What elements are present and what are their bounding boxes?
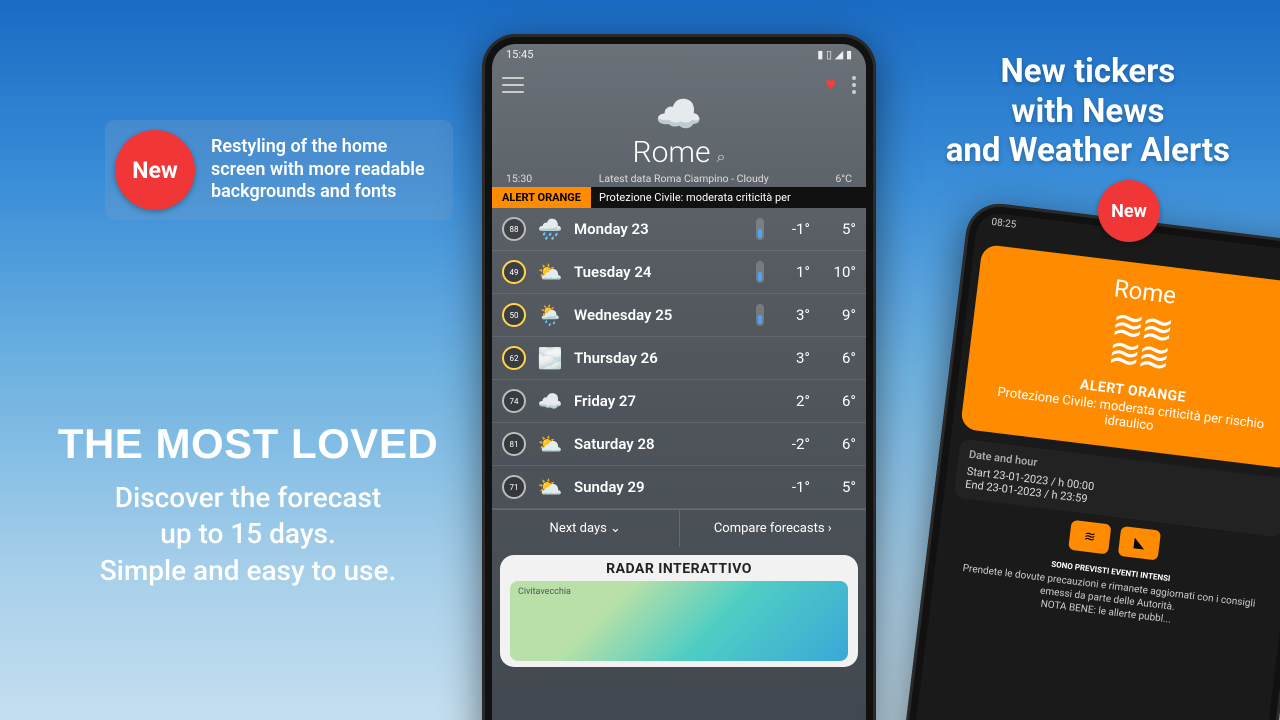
reliability-ring: 50: [502, 303, 526, 327]
temp-high: 10°: [820, 263, 856, 281]
temp-low: 3°: [774, 306, 810, 324]
new-badge: New: [115, 130, 195, 210]
reliability-ring: 49: [502, 260, 526, 284]
alert-tag: ALERT ORANGE: [492, 187, 591, 208]
day-label: Saturday 28: [574, 435, 746, 453]
day-label: Friday 27: [574, 392, 746, 410]
radar-card[interactable]: RADAR INTERATTIVO Civitavecchia: [500, 555, 858, 667]
day-label: Thursday 26: [574, 349, 746, 367]
status-time: 15:45: [506, 48, 533, 70]
reliability-ring: 71: [502, 475, 526, 499]
phone-mockup-alert: 08:25 ▮ ◢ ▮ ✕ Rome ≋≋≋≋ ALERT ORANGE Pro…: [882, 200, 1280, 720]
temp-low: 3°: [774, 349, 810, 367]
weather-icon: ☁️: [536, 389, 564, 413]
weather-icon-hero: ☁️: [492, 93, 866, 137]
thermometer-icon: [756, 304, 764, 326]
radar-title: RADAR INTERATTIVO: [510, 561, 848, 577]
weather-icon: 🌫️: [536, 346, 564, 370]
temp-low: -1°: [774, 478, 810, 496]
search-icon[interactable]: ⌕: [717, 147, 726, 166]
forecast-row[interactable]: 81 ⛅ Saturday 28 -2° 6°: [492, 423, 866, 466]
weather-icon: ⛅: [536, 260, 564, 284]
forecast-row[interactable]: 74 ☁️ Friday 27 2° 6°: [492, 380, 866, 423]
reliability-ring: 62: [502, 346, 526, 370]
temp-high: 5°: [820, 220, 856, 238]
forecast-row[interactable]: 71 ⛅ Sunday 29 -1° 5°: [492, 466, 866, 509]
new-badge-right: New: [1098, 180, 1160, 242]
reliability-ring: 88: [502, 217, 526, 241]
day-label: Tuesday 24: [574, 263, 746, 281]
bottom-actions: Next days ⌄ Compare forecasts ›: [492, 509, 866, 547]
marketing-headline: THE MOST LOVED: [28, 420, 468, 468]
status-bar: 15:45 ▮ ▯ ◢ ▮: [492, 44, 866, 70]
phone-screen-alert: 08:25 ▮ ◢ ▮ ✕ Rome ≋≋≋≋ ALERT ORANGE Pro…: [893, 211, 1280, 720]
day-label: Monday 23: [574, 220, 746, 238]
temp-high: 6°: [820, 435, 856, 453]
temp-low: -2°: [774, 435, 810, 453]
right-headline: New tickers with News and Weather Alerts: [946, 52, 1230, 171]
menu-icon[interactable]: [502, 77, 524, 93]
forecast-row[interactable]: 49 ⛅ Tuesday 24 1° 10°: [492, 251, 866, 294]
temp-low: 2°: [774, 392, 810, 410]
weather-icon: ⛅: [536, 475, 564, 499]
radar-map[interactable]: Civitavecchia: [510, 581, 848, 661]
day-label: Sunday 29: [574, 478, 746, 496]
reliability-ring: 74: [502, 389, 526, 413]
day-label: Wednesday 25: [574, 306, 746, 324]
current-subline: 15:30 Latest data Roma Ciampino - Cloudy…: [492, 170, 866, 187]
temp-high: 5°: [820, 478, 856, 496]
weather-icon: 🌦️: [536, 303, 564, 327]
favorite-icon[interactable]: ♥: [825, 74, 836, 95]
alert-message: Protezione Civile: moderata criticità pe…: [591, 187, 866, 208]
more-icon[interactable]: [852, 76, 856, 94]
thermometer-icon: [756, 261, 764, 283]
thermometer-icon: [756, 218, 764, 240]
callout-card: New Restyling of the home screen with mo…: [105, 120, 453, 220]
phone-screen: 15:45 ▮ ▯ ◢ ▮ ♥ ☁️ Rome⌕ 15:30 Latest da…: [492, 44, 866, 720]
alert-card: ✕ Rome ≋≋≋≋ ALERT ORANGE Protezione Civi…: [960, 244, 1280, 469]
phone-mockup-main: 15:45 ▮ ▯ ◢ ▮ ♥ ☁️ Rome⌕ 15:30 Latest da…: [482, 34, 876, 720]
temp-low: -1°: [774, 220, 810, 238]
flood-icon[interactable]: ≋: [1068, 520, 1111, 555]
landslide-icon[interactable]: ◣: [1118, 526, 1161, 561]
temp-low: 1°: [774, 263, 810, 281]
status-icons: ▮ ▯ ◢ ▮: [817, 48, 852, 70]
temp-high: 9°: [820, 306, 856, 324]
compare-button[interactable]: Compare forecasts ›: [680, 510, 867, 547]
forecast-list: 88 🌧️ Monday 23 -1° 5° 49 ⛅ Tuesday 24 1° 10° 50 🌦️…: [492, 208, 866, 509]
forecast-row[interactable]: 88 🌧️ Monday 23 -1° 5°: [492, 208, 866, 251]
marketing-body: Discover the forecast up to 15 days. Sim…: [28, 480, 468, 589]
weather-icon: 🌧️: [536, 217, 564, 241]
alert-ticker[interactable]: ALERT ORANGE Protezione Civile: moderata…: [492, 187, 866, 208]
temp-high: 6°: [820, 349, 856, 367]
forecast-row[interactable]: 62 🌫️ Thursday 26 3° 6°: [492, 337, 866, 380]
callout-text: Restyling of the home screen with more r…: [211, 136, 439, 204]
temp-high: 6°: [820, 392, 856, 410]
weather-icon: ⛅: [536, 432, 564, 456]
next-days-button[interactable]: Next days ⌄: [492, 510, 680, 547]
forecast-row[interactable]: 50 🌦️ Wednesday 25 3° 9°: [492, 294, 866, 337]
marketing-copy: THE MOST LOVED Discover the forecast up …: [28, 420, 468, 589]
reliability-ring: 81: [502, 432, 526, 456]
city-title[interactable]: Rome⌕: [492, 135, 866, 170]
